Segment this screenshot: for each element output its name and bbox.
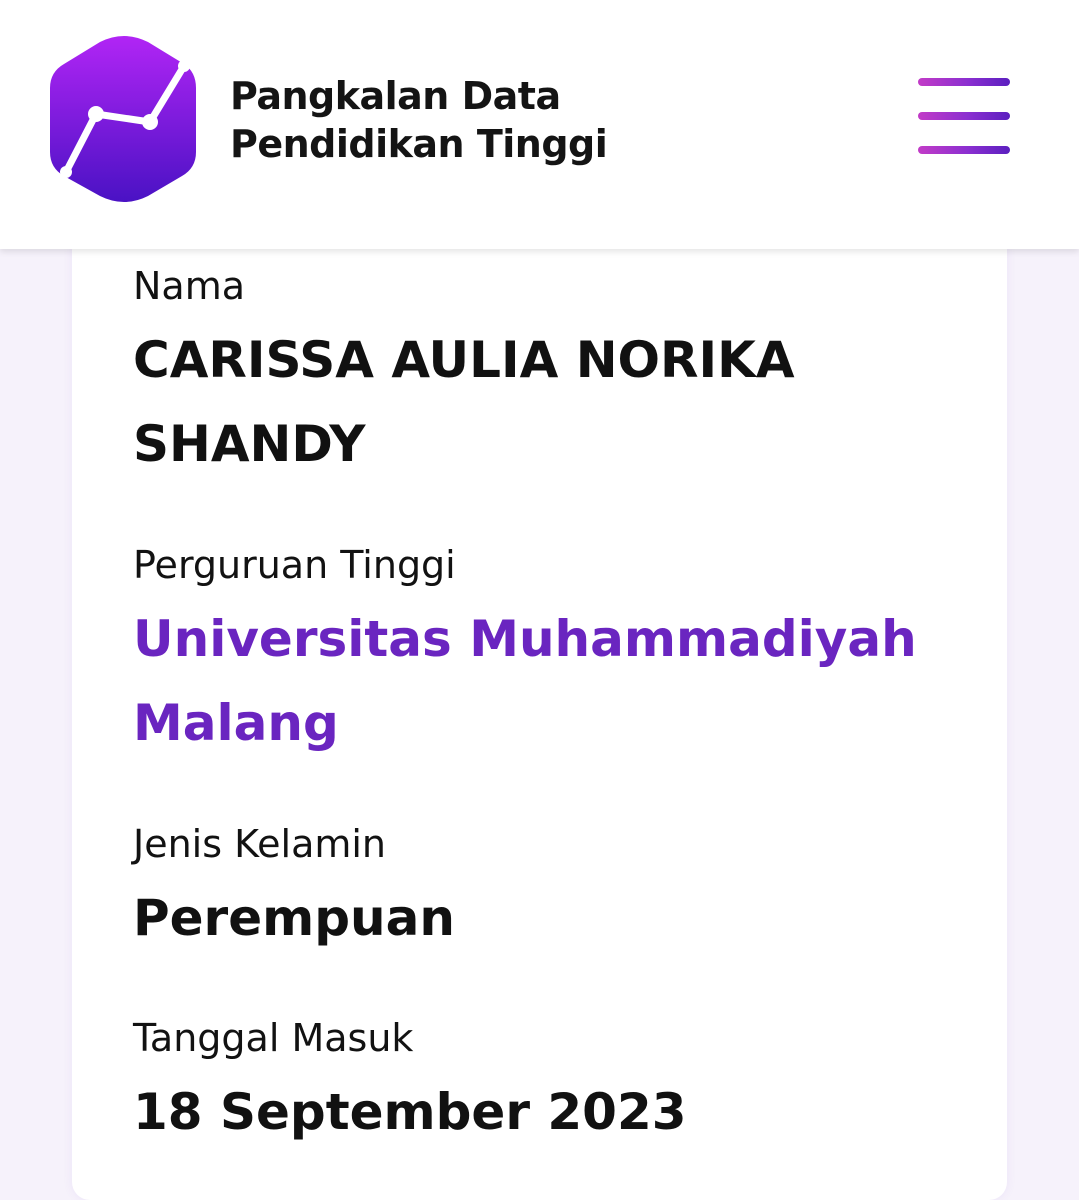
jenis-kelamin-label: Jenis Kelamin xyxy=(133,822,387,866)
hamburger-menu-button[interactable] xyxy=(910,72,1020,164)
tanggal-masuk-label: Tanggal Masuk xyxy=(133,1016,414,1060)
menu-bar-icon xyxy=(918,112,1010,120)
nama-value: CARISSA AULIA NORIKA SHANDY xyxy=(133,331,795,473)
brand-title[interactable]: Pangkalan Data Pendidikan Tinggi xyxy=(230,72,608,168)
app-header: Pangkalan Data Pendidikan Tinggi xyxy=(0,0,1079,249)
nama-label: Nama xyxy=(133,264,246,308)
brand-line-1: Pangkalan Data xyxy=(230,74,561,118)
perguruan-tinggi-label: Perguruan Tinggi xyxy=(133,543,456,587)
pddikti-logo-icon[interactable] xyxy=(44,34,210,204)
perguruan-tinggi-link[interactable]: Universitas Muhammadiyah Malang xyxy=(133,597,953,765)
menu-bar-icon xyxy=(918,146,1010,154)
brand-line-2: Pendidikan Tinggi xyxy=(230,122,608,166)
jenis-kelamin-value: Perempuan xyxy=(133,889,455,947)
menu-bar-icon xyxy=(918,78,1010,86)
tanggal-masuk-value: 18 September 2023 xyxy=(133,1083,687,1141)
